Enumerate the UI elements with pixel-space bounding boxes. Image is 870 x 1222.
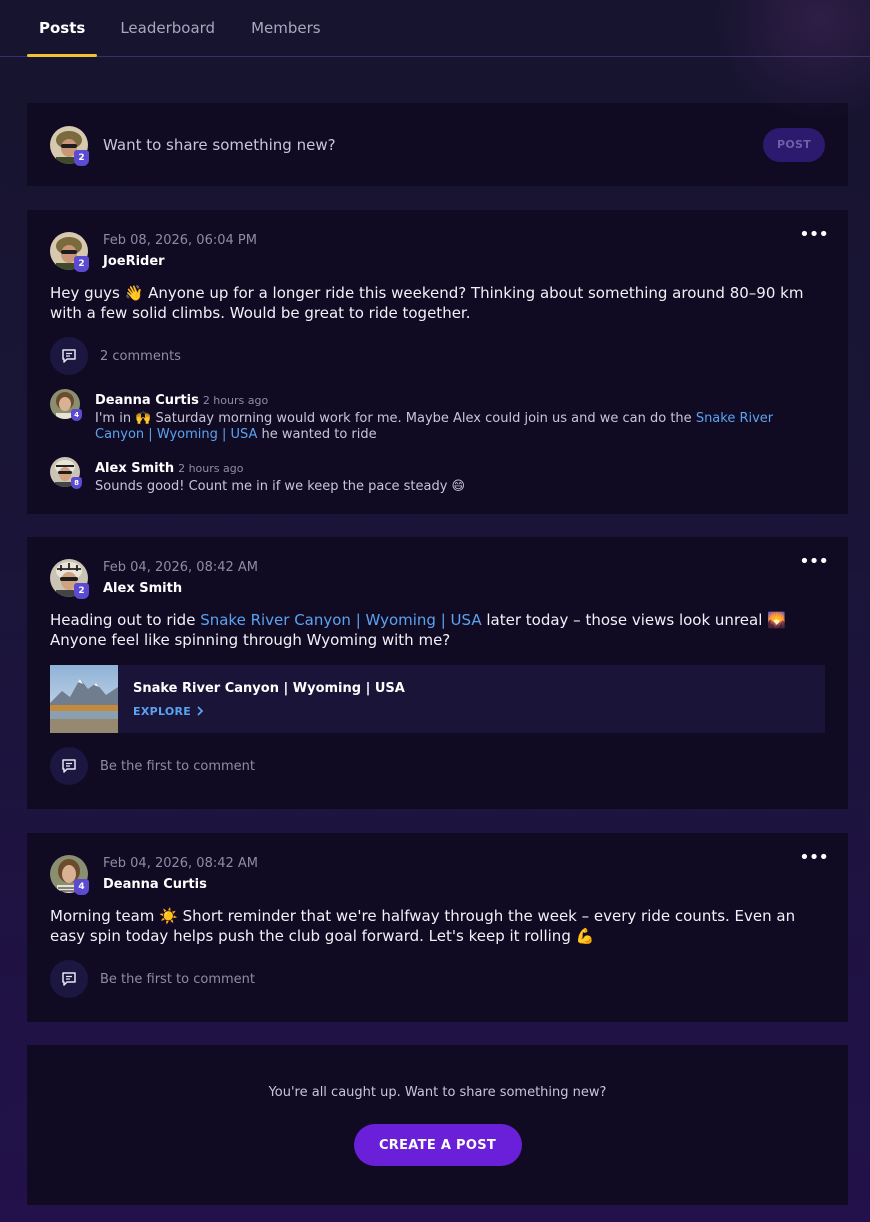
tab-bar: Posts Leaderboard Members bbox=[0, 0, 870, 57]
comment-time: 2 hours ago bbox=[178, 462, 244, 475]
route-name: Snake River Canyon | Wyoming | USA bbox=[133, 680, 405, 696]
tab-members-label: Members bbox=[251, 19, 321, 37]
tab-leaderboard[interactable]: Leaderboard bbox=[120, 0, 215, 56]
route-card[interactable]: Snake River Canyon | Wyoming | USA EXPLO… bbox=[50, 665, 825, 733]
level-badge: 4 bbox=[71, 409, 82, 421]
post-body: Hey guys 👋 Anyone up for a longer ride t… bbox=[50, 284, 825, 323]
comment-bar: Be the first to comment bbox=[50, 960, 825, 998]
tab-posts-label: Posts bbox=[39, 19, 86, 37]
level-badge: 2 bbox=[74, 149, 89, 166]
comment-body: I'm in 🙌 Saturday morning would work for… bbox=[95, 411, 815, 443]
comment-item: 8 Alex Smith 2 hours ago Sounds good! Cou… bbox=[50, 457, 825, 495]
level-badge: 2 bbox=[74, 583, 89, 599]
comment-bar: 2 comments bbox=[50, 337, 825, 375]
post-body-line: with a few solid climbs. Would be great … bbox=[50, 303, 471, 322]
tab-leaderboard-label: Leaderboard bbox=[120, 19, 216, 37]
avatar[interactable]: 4 bbox=[50, 855, 89, 895]
comment-item: 4 Deanna Curtis 2 hours ago I'm in 🙌 Satu… bbox=[50, 389, 825, 443]
comment-text: he wanted to ride bbox=[257, 427, 377, 442]
level-badge: 2 bbox=[74, 256, 89, 272]
post-author[interactable]: JoeRider bbox=[103, 254, 257, 269]
post-date: Feb 04, 2026, 08:42 AM bbox=[103, 560, 259, 575]
avatar: 2 bbox=[50, 125, 89, 166]
composer-prompt[interactable]: Want to share something new? bbox=[103, 136, 763, 154]
create-post-button[interactable]: CREATE A POST bbox=[353, 1124, 522, 1166]
more-options-icon[interactable]: ••• bbox=[799, 849, 829, 867]
comment-author[interactable]: Alex Smith bbox=[95, 461, 174, 476]
comment-bar: Be the first to comment bbox=[50, 747, 825, 785]
avatar[interactable]: 8 bbox=[50, 457, 82, 489]
post-text: later today – those views look unreal 🌄 bbox=[481, 611, 786, 629]
comment-author[interactable]: Deanna Curtis bbox=[95, 393, 199, 408]
post-body-line: Heading out to ride Snake River Canyon |… bbox=[50, 611, 825, 631]
post-body-line: easy spin today helps push the club goal… bbox=[50, 926, 595, 945]
post-text: Heading out to ride bbox=[50, 611, 201, 629]
explore-link[interactable]: EXPLORE bbox=[133, 705, 405, 718]
explore-label: EXPLORE bbox=[133, 704, 192, 718]
post-card: ••• 2 Feb 08, 2026, 06:04 PM JoeRider He… bbox=[27, 210, 848, 514]
post-header: 2 Feb 08, 2026, 06:04 PM JoeRider bbox=[50, 232, 825, 272]
tab-posts[interactable]: Posts bbox=[27, 0, 98, 57]
more-options-icon[interactable]: ••• bbox=[799, 226, 829, 244]
post-card: ••• 2 Feb 04, 2026, 08:42 AM Alex Smith … bbox=[27, 537, 848, 809]
post-body-line: Morning team ☀️ Short reminder that we'r… bbox=[50, 907, 796, 925]
chevron-right-icon bbox=[197, 706, 204, 716]
comment-text: I'm in 🙌 Saturday morning would work for… bbox=[95, 411, 696, 426]
comment-icon[interactable] bbox=[50, 960, 88, 998]
post-body-line: Hey guys 👋 Anyone up for a longer ride t… bbox=[50, 284, 804, 302]
post-date: Feb 04, 2026, 08:42 AM bbox=[103, 856, 259, 871]
post-author[interactable]: Alex Smith bbox=[103, 581, 258, 596]
comment-icon[interactable] bbox=[50, 747, 88, 785]
post-header: 4 Feb 04, 2026, 08:42 AM Deanna Curtis bbox=[50, 855, 825, 895]
caught-up-message: You're all caught up. Want to share some… bbox=[268, 1085, 607, 1100]
feed-end-panel: You're all caught up. Want to share some… bbox=[27, 1045, 848, 1205]
avatar[interactable]: 2 bbox=[50, 232, 89, 272]
comments-count[interactable]: Be the first to comment bbox=[100, 759, 255, 774]
comment-time: 2 hours ago bbox=[202, 394, 269, 407]
comment-body: Sounds good! Count me in if we keep the … bbox=[95, 479, 466, 494]
post-body-line: Anyone feel like spinning through Wyomin… bbox=[50, 630, 451, 649]
route-link[interactable]: Snake River Canyon | Wyoming | USA bbox=[200, 611, 481, 629]
route-thumbnail bbox=[50, 665, 118, 733]
tab-members[interactable]: Members bbox=[251, 0, 321, 56]
post-composer: 2 Want to share something new? POST bbox=[27, 103, 848, 186]
level-badge: 4 bbox=[74, 879, 89, 895]
more-options-icon[interactable]: ••• bbox=[799, 553, 829, 571]
comment-icon[interactable] bbox=[50, 337, 88, 375]
post-author[interactable]: Deanna Curtis bbox=[103, 877, 258, 892]
avatar[interactable]: 4 bbox=[50, 389, 82, 421]
comments-count[interactable]: 2 comments bbox=[100, 349, 181, 364]
post-body: Heading out to ride Snake River Canyon |… bbox=[50, 611, 825, 650]
post-card: ••• 4 Feb 04, 2026, 08:42 AM Deanna Curt… bbox=[27, 833, 848, 1022]
post-body: Morning team ☀️ Short reminder that we'r… bbox=[50, 907, 825, 946]
post-button[interactable]: POST bbox=[763, 127, 825, 162]
comments-count[interactable]: Be the first to comment bbox=[100, 972, 255, 987]
post-date: Feb 08, 2026, 06:04 PM bbox=[103, 233, 257, 248]
avatar[interactable]: 2 bbox=[50, 559, 89, 599]
post-header: 2 Feb 04, 2026, 08:42 AM Alex Smith bbox=[50, 559, 825, 599]
level-badge: 8 bbox=[71, 477, 82, 489]
